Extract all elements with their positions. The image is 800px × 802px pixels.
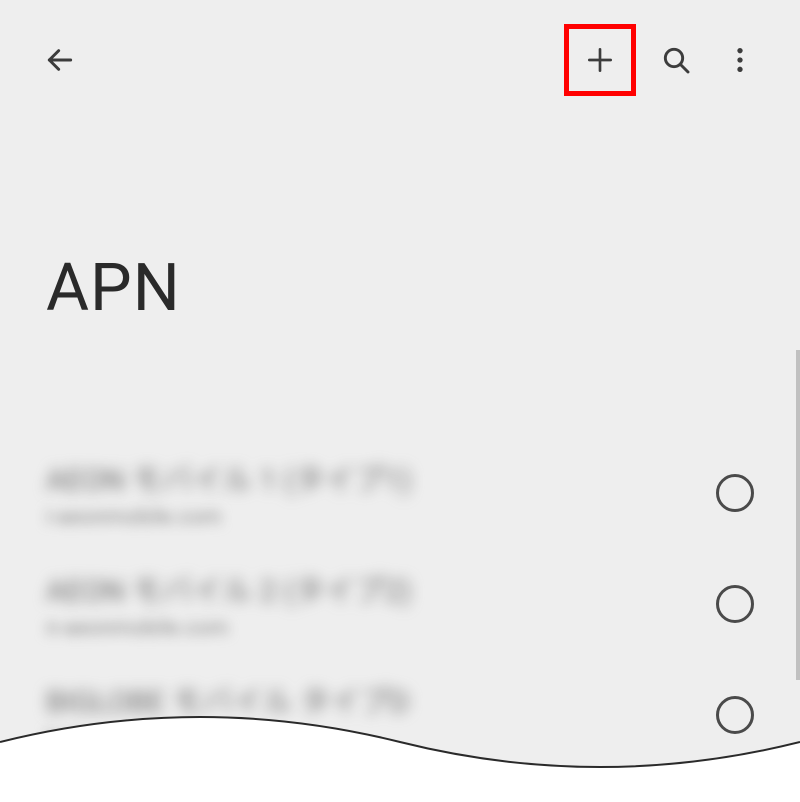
apn-name: AEON モバイル 1 (タイプ1) <box>46 455 696 499</box>
add-button[interactable] <box>576 36 624 84</box>
scrollbar-track <box>796 350 800 680</box>
toolbar <box>0 0 800 120</box>
arrow-left-icon <box>44 44 76 76</box>
search-button[interactable] <box>652 36 700 84</box>
apn-radio[interactable] <box>716 474 754 512</box>
page-title: APN <box>0 120 800 327</box>
search-icon <box>660 44 692 76</box>
plus-icon <box>584 44 616 76</box>
tutorial-highlight <box>564 24 636 96</box>
apn-list-item[interactable]: AEON モバイル 1 (タイプ1) i-aeonmobile.com <box>46 437 754 548</box>
more-vertical-icon <box>724 44 756 76</box>
decorative-curve <box>0 682 800 802</box>
overflow-menu-button[interactable] <box>716 36 764 84</box>
apn-radio[interactable] <box>716 585 754 623</box>
apn-address: n-aeonmobile.com <box>46 616 696 641</box>
apn-address: i-aeonmobile.com <box>46 505 696 530</box>
apn-list-item[interactable]: AEON モバイル 2 (タイプ2) n-aeonmobile.com <box>46 548 754 659</box>
back-button[interactable] <box>36 36 84 84</box>
apn-name: AEON モバイル 2 (タイプ2) <box>46 566 696 610</box>
